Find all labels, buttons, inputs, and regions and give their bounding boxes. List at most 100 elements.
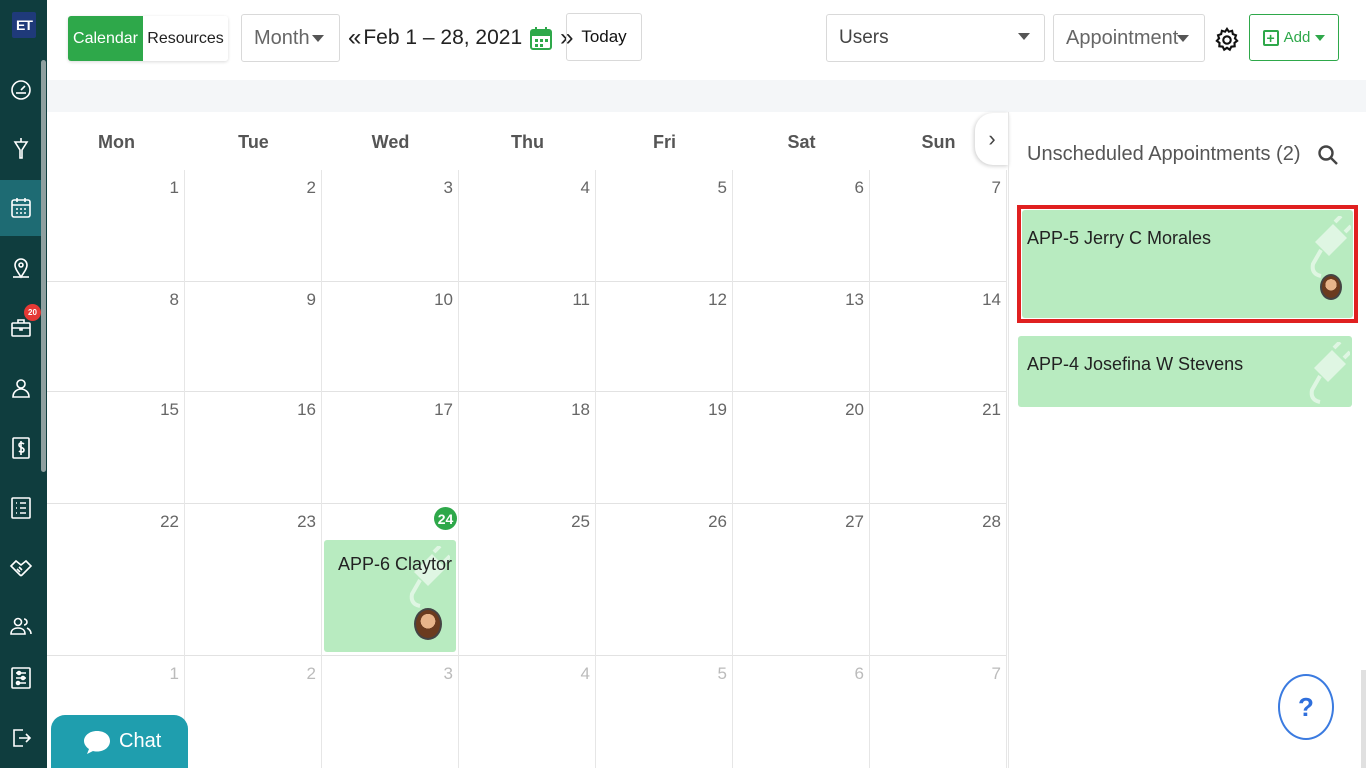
day-number[interactable]: 22 <box>139 512 179 532</box>
weekday-header: Mon <box>98 132 135 152</box>
day-number[interactable]: 1 <box>139 178 179 198</box>
day-number[interactable]: 21 <box>961 400 1001 420</box>
chevron-down-icon <box>1177 35 1189 42</box>
grid-line <box>184 170 185 768</box>
sidebar-item-leads[interactable] <box>0 120 41 176</box>
card-title: APP-4 Josefina W Stevens <box>1027 354 1244 374</box>
help-button[interactable]: ? <box>1278 674 1334 740</box>
users-select[interactable]: Users <box>826 14 1045 62</box>
search-icon[interactable] <box>1316 143 1340 167</box>
gear-icon[interactable] <box>1213 26 1241 54</box>
unscheduled-card[interactable]: APP-4 Josefina W Stevens <box>1018 336 1352 407</box>
day-number[interactable]: 25 <box>550 512 590 532</box>
logout-icon <box>12 729 31 747</box>
dashboard-icon <box>10 80 31 100</box>
funnel-icon <box>13 138 28 159</box>
event-title: APP-6 Claytor <box>338 554 453 574</box>
add-button[interactable]: + Add <box>1249 14 1339 61</box>
sidebar: ET 20 <box>0 0 47 768</box>
sidebar-item-dashboard[interactable] <box>0 62 41 118</box>
sidebar-item-billing[interactable] <box>0 420 41 476</box>
panel-divider <box>1008 112 1009 768</box>
grid-line <box>869 170 870 768</box>
day-number[interactable]: 4 <box>550 664 590 684</box>
day-number[interactable]: 14 <box>961 290 1001 310</box>
weekday-header: Sat <box>787 132 816 152</box>
plug-icon <box>1309 342 1350 404</box>
resources-view-button[interactable]: Resources <box>143 16 228 61</box>
grid-line <box>47 655 1007 656</box>
day-number[interactable]: 23 <box>276 512 316 532</box>
day-number[interactable]: 15 <box>139 400 179 420</box>
handshake-icon <box>9 559 32 577</box>
day-number[interactable]: 18 <box>550 400 590 420</box>
map-pin-icon <box>12 258 29 279</box>
chat-button[interactable]: Chat <box>51 715 188 768</box>
day-number[interactable]: 26 <box>687 512 727 532</box>
type-select[interactable]: Appointment <box>1053 14 1205 62</box>
date-range-nav: « Feb 1 – 28, 2021 » <box>348 22 574 54</box>
chevron-down-icon <box>1018 33 1030 40</box>
day-number[interactable]: 9 <box>276 290 316 310</box>
day-number[interactable]: 5 <box>687 178 727 198</box>
day-number[interactable]: 3 <box>413 178 453 198</box>
today-button[interactable]: Today <box>566 13 642 61</box>
day-number[interactable]: 6 <box>824 178 864 198</box>
calendar-icon <box>10 198 31 218</box>
sidebar-scrollbar[interactable] <box>41 60 46 472</box>
chevron-down-icon <box>312 35 324 42</box>
day-number[interactable]: 19 <box>687 400 727 420</box>
chat-label: Chat <box>119 730 162 752</box>
sidebar-item-calendar[interactable] <box>0 180 41 236</box>
day-number[interactable]: 17 <box>413 400 453 420</box>
sidebar-item-map[interactable] <box>0 240 41 296</box>
panel-title: Unscheduled Appointments (2) <box>1027 143 1301 165</box>
day-number[interactable]: 10 <box>413 290 453 310</box>
day-number[interactable]: 13 <box>824 290 864 310</box>
users-select-value: Users <box>839 27 889 48</box>
day-number[interactable]: 6 <box>824 664 864 684</box>
sidebar-item-reports[interactable] <box>0 480 41 536</box>
day-number[interactable]: 2 <box>276 664 316 684</box>
day-number[interactable]: 8 <box>139 290 179 310</box>
day-number[interactable]: 7 <box>961 178 1001 198</box>
day-number[interactable]: 27 <box>824 512 864 532</box>
expand-panel-button[interactable]: › <box>975 113 1009 165</box>
calendar-view-button[interactable]: Calendar <box>68 16 143 61</box>
sidebar-item-customers[interactable] <box>0 360 41 416</box>
weekday-header: Wed <box>371 132 410 152</box>
day-number[interactable]: 1 <box>139 664 179 684</box>
grid-line <box>47 281 1007 282</box>
avatar <box>414 608 442 640</box>
settings-sliders-icon <box>10 667 31 689</box>
calendar-event[interactable]: APP-6 Claytor <box>324 540 456 652</box>
panel-scrollbar[interactable] <box>1361 670 1366 768</box>
day-number[interactable]: 3 <box>413 664 453 684</box>
sidebar-item-partners[interactable] <box>0 540 41 596</box>
day-number[interactable]: 4 <box>550 178 590 198</box>
view-toggle: Calendar Resources <box>68 16 228 61</box>
day-number[interactable]: 16 <box>276 400 316 420</box>
sidebar-item-settings[interactable] <box>0 650 41 706</box>
day-number[interactable]: 5 <box>687 664 727 684</box>
prev-period-button[interactable]: « <box>348 24 361 52</box>
users-icon <box>9 617 32 635</box>
grid-line <box>1006 170 1007 768</box>
period-select[interactable]: Month <box>241 14 340 62</box>
today-date-badge[interactable]: 24 <box>434 507 457 530</box>
grid-line <box>595 170 596 768</box>
toolbar-divider-strip <box>47 80 1366 112</box>
day-number[interactable]: 28 <box>961 512 1001 532</box>
sidebar-item-team[interactable] <box>0 598 41 654</box>
sidebar-item-logout[interactable] <box>0 710 41 766</box>
day-number[interactable]: 7 <box>961 664 1001 684</box>
date-picker-icon[interactable] <box>530 26 553 50</box>
selection-highlight <box>1017 205 1358 323</box>
day-number[interactable]: 2 <box>276 178 316 198</box>
app-logo[interactable]: ET <box>12 12 36 38</box>
app-root: { "app": { "logo_text": "ET" }, "sidebar… <box>0 0 1366 768</box>
day-number[interactable]: 11 <box>550 290 590 310</box>
day-number[interactable]: 12 <box>687 290 727 310</box>
day-number[interactable]: 20 <box>824 400 864 420</box>
grid-line <box>732 170 733 768</box>
